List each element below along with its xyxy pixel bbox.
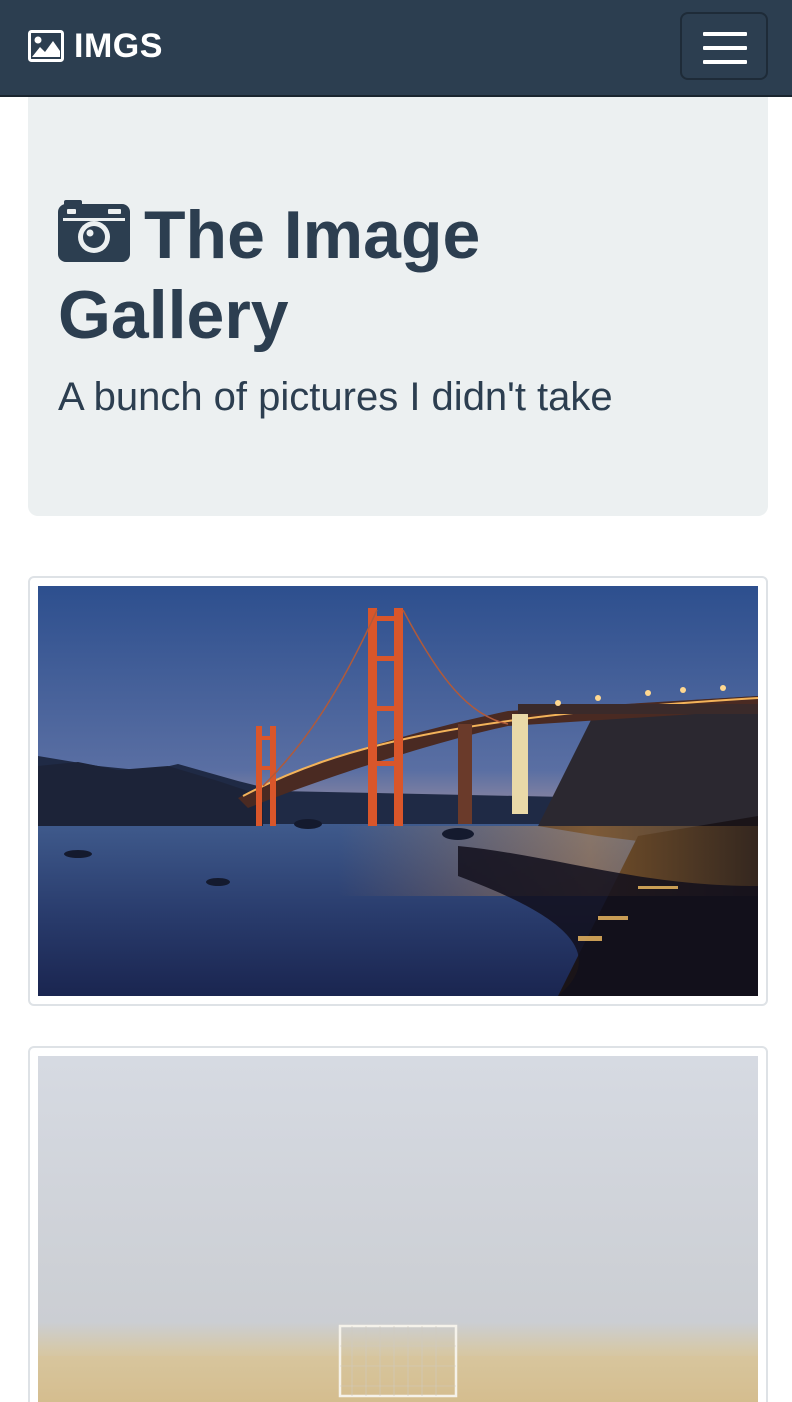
page-subtitle: A bunch of pictures I didn't take — [58, 375, 613, 419]
gallery-card[interactable] — [28, 576, 768, 1006]
jumbotron: The Image Gallery A bunch of pictures I … — [28, 97, 768, 516]
brand-link[interactable]: IMGS — [28, 26, 163, 66]
gallery-card[interactable] — [28, 1046, 768, 1402]
brand-name: IMGS — [74, 26, 163, 65]
gallery-photo[interactable] — [38, 586, 758, 996]
gallery-photo[interactable] — [38, 1056, 758, 1402]
image-icon — [28, 30, 64, 62]
navbar: IMGS — [0, 0, 792, 97]
camera-icon — [58, 200, 130, 262]
page-title: The Image Gallery — [58, 195, 678, 355]
hamburger-menu-button[interactable] — [680, 12, 768, 80]
